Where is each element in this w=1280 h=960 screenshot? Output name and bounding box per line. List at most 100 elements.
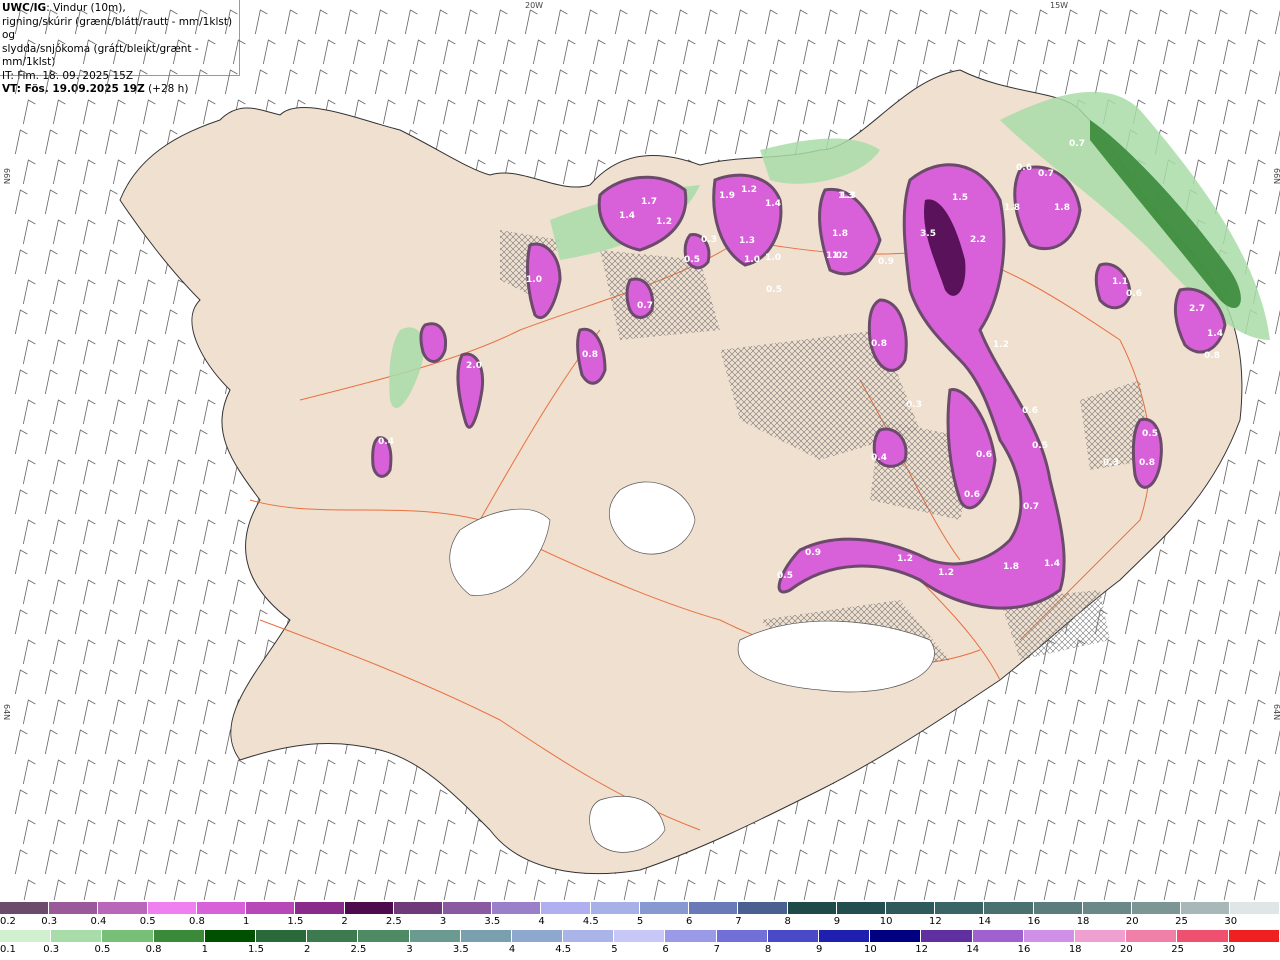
wind-barb-icon	[1192, 99, 1206, 125]
legend-label: 6	[662, 944, 669, 955]
wind-barb-icon	[1124, 669, 1138, 695]
wind-barb-icon	[172, 759, 186, 785]
legend-bottom: 0.1 0.3 0.5 0.8 1 1.5 2 2.5 3 3.5 4 4.5 5 6 7 8 9 10 12 14 1…	[0, 930, 1280, 960]
precip-value-label: 0.4	[378, 437, 394, 447]
wind-barb-icon	[1274, 729, 1280, 755]
wind-barb-icon	[524, 9, 538, 35]
wind-barb-icon	[164, 609, 178, 635]
legend-label: 0.2	[0, 916, 16, 927]
wind-barb-icon	[74, 309, 88, 335]
legend-swatch	[870, 930, 922, 942]
legend-swatch	[196, 902, 247, 914]
wind-barb-icon	[1162, 639, 1176, 665]
wind-barb-icon	[1222, 459, 1236, 485]
wind-barb-icon	[584, 9, 598, 35]
wind-barb-icon	[44, 129, 58, 155]
wind-barb-icon	[254, 789, 268, 815]
wind-barb-icon	[164, 669, 178, 695]
wind-barb-icon	[1124, 789, 1138, 815]
precip-value-label: 0.9	[878, 257, 894, 267]
wind-barb-icon	[773, 879, 786, 900]
wind-barb-icon	[713, 879, 726, 900]
precip-value-label: 0.7	[1038, 169, 1054, 179]
precip-value-label: 2.7	[1189, 304, 1205, 314]
wind-barb-icon	[134, 369, 148, 395]
wind-barb-icon	[824, 789, 838, 815]
wind-barb-icon	[142, 639, 156, 665]
wind-barb-icon	[104, 129, 118, 155]
wind-barb-icon	[892, 759, 906, 785]
wind-barb-icon	[134, 249, 148, 275]
wind-barb-icon	[1162, 819, 1176, 845]
wind-barb-icon	[53, 879, 66, 900]
wind-barb-icon	[502, 99, 516, 125]
wind-barb-icon	[14, 189, 28, 215]
precip-value-label: 1.8	[1003, 562, 1019, 572]
legend-swatch	[885, 902, 936, 914]
wind-barb-icon	[224, 69, 238, 95]
wind-barb-icon	[14, 729, 28, 755]
wind-barb-icon	[533, 879, 546, 900]
wind-barb-icon	[833, 879, 846, 900]
legend-swatch	[1023, 930, 1075, 942]
precip-value-label: 0.7	[1069, 139, 1085, 149]
wind-barb-icon	[22, 99, 36, 125]
wind-barb-icon	[562, 159, 576, 185]
wind-barb-icon	[344, 849, 358, 875]
legend-label: 14	[978, 916, 991, 927]
wind-barb-icon	[52, 759, 66, 785]
wind-barb-icon	[1012, 699, 1026, 725]
wind-barb-icon	[74, 609, 88, 635]
legend-label: 4	[538, 916, 545, 927]
wind-barb-icon	[172, 579, 186, 605]
wind-barb-icon	[74, 849, 88, 875]
wind-barb-icon	[1102, 759, 1116, 785]
wind-barb-icon	[14, 69, 28, 95]
wind-barb-icon	[794, 849, 808, 875]
wind-barb-icon	[104, 849, 118, 875]
wind-barb-icon	[494, 129, 508, 155]
wind-barb-icon	[82, 219, 96, 245]
wind-barb-icon	[232, 639, 246, 665]
wind-barb-icon	[584, 129, 598, 155]
wind-barb-icon	[194, 609, 208, 635]
wind-barb-icon	[1034, 69, 1048, 95]
wind-barb-icon	[142, 819, 156, 845]
wind-barb-icon	[1132, 819, 1146, 845]
wind-barb-icon	[1162, 99, 1176, 125]
wind-barb-icon	[202, 399, 216, 425]
wind-barb-icon	[1132, 39, 1146, 65]
wind-barb-icon	[712, 99, 726, 125]
wind-barb-icon	[172, 819, 186, 845]
wind-barb-icon	[862, 39, 876, 65]
wind-barb-icon	[1132, 699, 1146, 725]
wind-barb-icon	[704, 849, 718, 875]
wind-barb-icon	[1274, 849, 1280, 875]
wind-barb-icon	[764, 849, 778, 875]
wind-barb-icon	[914, 789, 928, 815]
wind-barb-icon	[1214, 69, 1228, 95]
wind-barb-icon	[172, 519, 186, 545]
precip-value-label: 0.8	[1204, 351, 1220, 361]
legend-label: 8	[784, 916, 791, 927]
wind-barb-icon	[944, 9, 958, 35]
wind-barb-icon	[1073, 879, 1086, 900]
wind-barb-icon	[1274, 249, 1280, 275]
wind-barb-icon	[652, 99, 666, 125]
wind-barb-icon	[322, 759, 336, 785]
precip-value-label: 0.6	[1126, 289, 1142, 299]
wind-barb-icon	[472, 39, 486, 65]
wind-barb-icon	[442, 39, 456, 65]
wind-barb-icon	[134, 789, 148, 815]
wind-barb-icon	[22, 519, 36, 545]
wind-barb-icon	[1253, 879, 1266, 900]
wind-barb-icon	[944, 849, 958, 875]
legend-swatch	[358, 930, 410, 942]
wind-barb-icon	[14, 849, 28, 875]
wind-barb-icon	[74, 789, 88, 815]
precip-value-label: 0.6	[1022, 406, 1038, 416]
wind-barb-icon	[1214, 729, 1228, 755]
legend-bottom-labels: 0.1 0.3 0.5 0.8 1 1.5 2 2.5 3 3.5 4 4.5 5 6 7 8 9 10 12 14 1…	[0, 944, 1280, 956]
wind-barb-icon	[74, 249, 88, 275]
legend-label: 9	[816, 944, 823, 955]
